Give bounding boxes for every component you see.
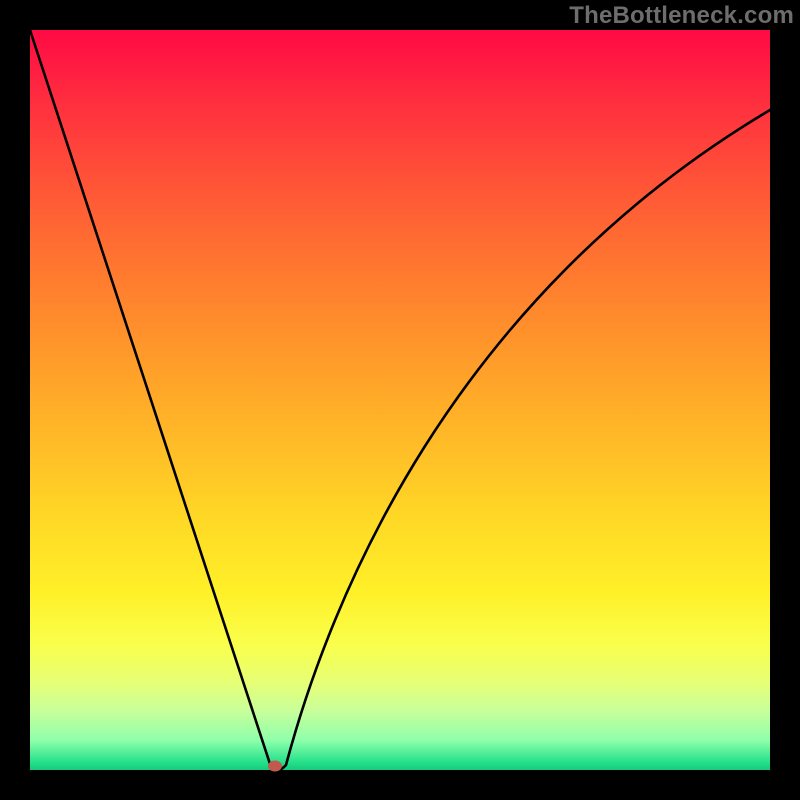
bottleneck-curve	[30, 30, 770, 770]
minimum-marker	[268, 761, 282, 772]
plot-area	[30, 30, 770, 770]
watermark-label: TheBottleneck.com	[569, 2, 794, 30]
curve-path	[30, 30, 770, 770]
chart-frame: TheBottleneck.com	[0, 0, 800, 800]
